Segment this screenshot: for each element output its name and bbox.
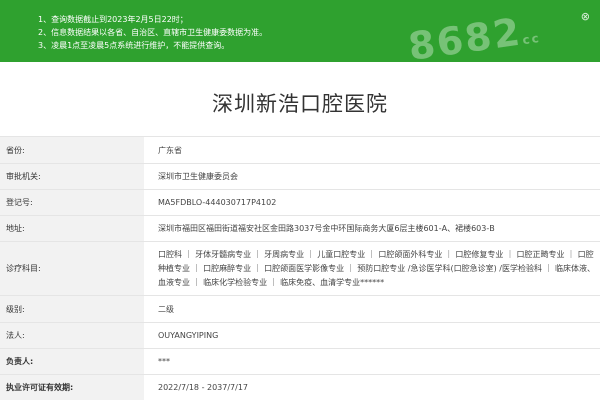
field-value: 广东省 [144, 136, 600, 164]
field-row-registration: 登记号: MA5FDBLO-444030717P4102 [0, 189, 600, 216]
field-label: 省份: [0, 136, 144, 164]
hospital-info-table: 省份: 广东省 审批机关: 深圳市卫生健康委员会 登记号: MA5FDBLO-4… [0, 136, 600, 400]
field-label: 审批机关: [0, 163, 144, 190]
field-row-address: 地址: 深圳市福田区福田街道福安社区金田路3037号金中环国际商务大厦6层主楼6… [0, 215, 600, 242]
field-row-authority: 审批机关: 深圳市卫生健康委员会 [0, 163, 600, 190]
field-label: 负责人: [0, 348, 144, 375]
field-label: 诊疗科目: [0, 241, 144, 296]
field-label: 执业许可证有效期: [0, 374, 144, 400]
field-value: 深圳市卫生健康委员会 [144, 163, 600, 190]
field-row-license-validity: 执业许可证有效期: 2022/7/18 - 2037/7/17 [0, 374, 600, 400]
field-row-legal-person: 法人: OUYANGYIPING [0, 322, 600, 349]
field-row-province: 省份: 广东省 [0, 136, 600, 164]
field-label: 地址: [0, 215, 144, 242]
notice-banner: 1、查询数据截止到2023年2月5日22时； 2、信息数据结果以各省、自治区、直… [0, 0, 600, 62]
field-row-principal: 负责人: *** [0, 348, 600, 375]
field-value: 口腔科 ｜ 牙体牙髓病专业 ｜ 牙周病专业 ｜ 儿童口腔专业 ｜ 口腔颌面外科专… [144, 241, 600, 296]
close-icon[interactable]: ⊗ [581, 10, 590, 23]
field-value: 二级 [144, 295, 600, 323]
field-row-subjects: 诊疗科目: 口腔科 ｜ 牙体牙髓病专业 ｜ 牙周病专业 ｜ 儿童口腔专业 ｜ 口… [0, 241, 600, 296]
field-value: 深圳市福田区福田街道福安社区金田路3037号金中环国际商务大厦6层主楼601-A… [144, 215, 600, 242]
field-value: *** [144, 348, 600, 375]
field-label: 登记号: [0, 189, 144, 216]
hospital-title: 深圳新浩口腔医院 [212, 92, 388, 116]
notice-line-3: 3、凌晨1点至凌晨5点系统进行维护，不能提供查询。 [38, 41, 230, 50]
notice-line-1: 1、查询数据截止到2023年2月5日22时； [38, 15, 188, 24]
field-label: 法人: [0, 322, 144, 349]
field-label: 级别: [0, 295, 144, 323]
page: 1、查询数据截止到2023年2月5日22时； 2、信息数据结果以各省、自治区、直… [0, 0, 600, 400]
field-value: OUYANGYIPING [144, 322, 600, 349]
field-row-level: 级别: 二级 [0, 295, 600, 323]
field-value: MA5FDBLO-444030717P4102 [144, 189, 600, 216]
field-value: 2022/7/18 - 2037/7/17 [144, 374, 600, 400]
notice-line-2: 2、信息数据结果以各省、自治区、直辖市卫生健康委数据为准。 [38, 28, 268, 37]
